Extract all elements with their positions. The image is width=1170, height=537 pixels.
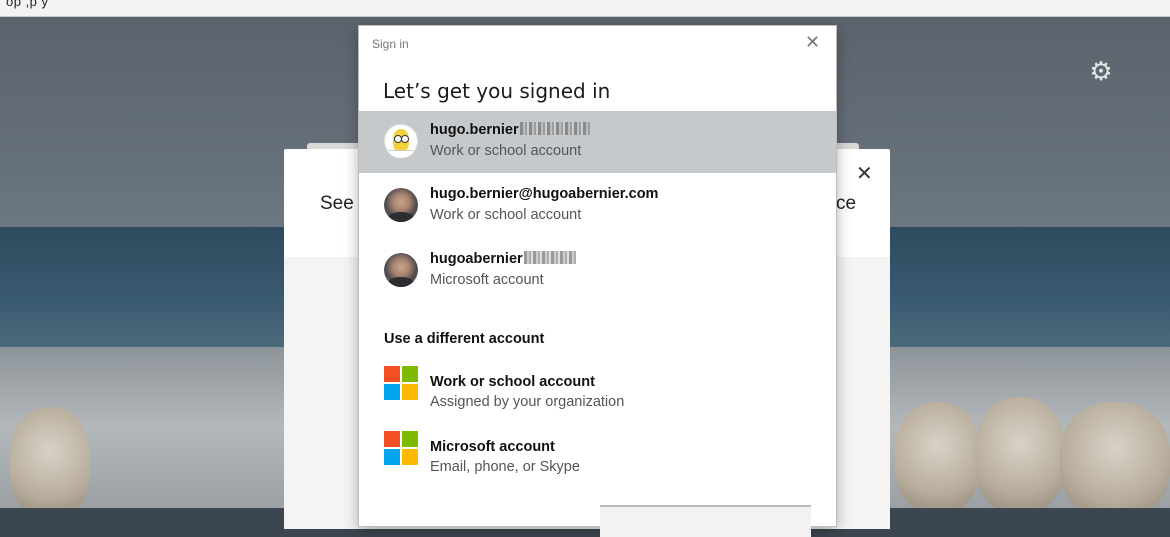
account-type: Microsoft account <box>430 272 544 288</box>
dialog-title: Sign in <box>372 37 409 51</box>
sheep-left <box>10 407 90 508</box>
account-row-1[interactable]: hugo.bernier Work or school account <box>359 111 836 173</box>
account-type: Work or school account <box>430 143 582 159</box>
sheep-right-3 <box>1060 402 1170 508</box>
homer-avatar <box>384 124 418 158</box>
person-avatar <box>384 253 418 287</box>
settings-gear-icon[interactable]: ⚙ <box>1089 58 1113 84</box>
account-type: Work or school account <box>430 207 582 223</box>
option-subtitle: Assigned by your organization <box>430 394 625 410</box>
option-title: Microsoft account <box>430 439 555 455</box>
account-row-2[interactable]: hugo.bernier@hugoabernier.com Work or sc… <box>359 175 836 237</box>
option-microsoft-account[interactable]: Microsoft account Email, phone, or Skype <box>359 431 836 491</box>
use-different-account-heading: Use a different account <box>384 331 545 347</box>
browser-partial-text: op ,p y <box>6 0 49 9</box>
option-subtitle: Email, phone, or Skype <box>430 459 580 475</box>
option-title: Work or school account <box>430 374 595 390</box>
sheep-right-1 <box>895 402 980 508</box>
person-avatar <box>384 188 418 222</box>
account-name: hugo.bernier <box>430 122 590 138</box>
sheep-right-2 <box>975 397 1065 508</box>
redacted-text <box>523 251 576 264</box>
dialog-heading: Let’s get you signed in <box>383 79 611 103</box>
browser-top-bar: op ,p y <box>0 0 1170 17</box>
redacted-text <box>519 122 590 135</box>
background-dialog-text-right: ce <box>836 193 857 214</box>
option-work-school-account[interactable]: Work or school account Assigned by your … <box>359 366 836 426</box>
account-name: hugo.bernier@hugoabernier.com <box>430 186 659 202</box>
close-icon[interactable]: ✕ <box>805 32 820 53</box>
account-name: hugoabernier <box>430 251 576 267</box>
background-dialog-close-icon[interactable]: ✕ <box>856 161 873 186</box>
microsoft-logo-icon <box>384 366 418 400</box>
account-row-3[interactable]: hugoabernier Microsoft account <box>359 240 836 302</box>
sign-in-dialog: Sign in ✕ Let’s get you signed in hugo.b… <box>359 26 836 537</box>
dialog-footer-button[interactable] <box>600 505 811 537</box>
microsoft-logo-icon <box>384 431 418 465</box>
